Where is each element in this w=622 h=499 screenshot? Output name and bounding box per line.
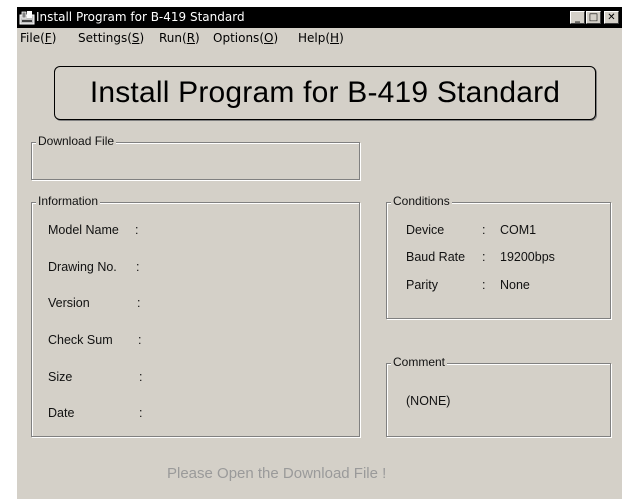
parity-value: None xyxy=(500,278,530,292)
information-group: Information Model Name : Drawing No. : V… xyxy=(31,194,360,437)
title-bar[interactable]: Install Program for B-419 Standard _ □ ✕ xyxy=(17,7,622,28)
date-label: Date xyxy=(48,406,75,420)
check-sum-colon: : xyxy=(138,333,142,347)
comment-label: Comment xyxy=(391,355,448,370)
device-colon: : xyxy=(482,223,486,237)
conditions-label: Conditions xyxy=(391,194,452,209)
window-title: Install Program for B-419 Standard xyxy=(36,10,245,24)
program-banner: Install Program for B-419 Standard xyxy=(54,66,596,120)
baud-rate-value: 19200bps xyxy=(500,250,555,264)
menu-run[interactable]: Run(R) xyxy=(159,31,200,45)
menu-settings[interactable]: Settings(S) xyxy=(78,31,144,45)
close-icon: ✕ xyxy=(607,12,616,23)
size-colon: : xyxy=(139,370,143,384)
information-label: Information xyxy=(36,194,101,209)
close-button[interactable]: ✕ xyxy=(604,11,619,24)
device-value: COM1 xyxy=(500,223,537,237)
date-colon: : xyxy=(139,406,143,420)
drawing-no-label: Drawing No. xyxy=(48,260,117,274)
device-label: Device xyxy=(406,223,445,237)
comment-value: (NONE) xyxy=(406,394,451,408)
download-file-group: Download File xyxy=(31,134,360,180)
minimize-icon: _ xyxy=(575,12,580,23)
install-program-icon[interactable] xyxy=(19,10,35,25)
minimize-button[interactable]: _ xyxy=(570,11,585,24)
maximize-button[interactable]: □ xyxy=(586,11,601,24)
menu-bar: File(F) Settings(S) Run(R) Options(O) He… xyxy=(17,28,622,48)
drawing-no-colon: : xyxy=(136,260,140,274)
conditions-group: Conditions Device : COM1 Baud Rate : 192… xyxy=(386,194,611,319)
download-file-label: Download File xyxy=(36,134,117,149)
baud-rate-label: Baud Rate xyxy=(406,250,466,264)
banner-title: Install Program for B-419 Standard xyxy=(89,76,561,109)
maximize-icon: □ xyxy=(588,12,599,23)
baud-rate-colon: : xyxy=(482,250,486,264)
parity-colon: : xyxy=(482,278,486,292)
parity-label: Parity xyxy=(406,278,438,292)
comment-group: Comment (NONE) xyxy=(386,355,611,437)
version-colon: : xyxy=(137,296,141,310)
status-message: Please Open the Download File ! xyxy=(167,465,387,482)
size-label: Size xyxy=(48,370,73,384)
version-label: Version xyxy=(48,296,90,310)
menu-options[interactable]: Options(O) xyxy=(213,31,278,45)
model-name-colon: : xyxy=(135,223,139,237)
model-name-label: Model Name xyxy=(48,223,119,237)
menu-file[interactable]: File(F) xyxy=(20,31,56,45)
application-window: Install Program for B-419 Standard _ □ ✕… xyxy=(16,6,622,499)
menu-help[interactable]: Help(H) xyxy=(298,31,344,45)
check-sum-label: Check Sum xyxy=(48,333,113,347)
